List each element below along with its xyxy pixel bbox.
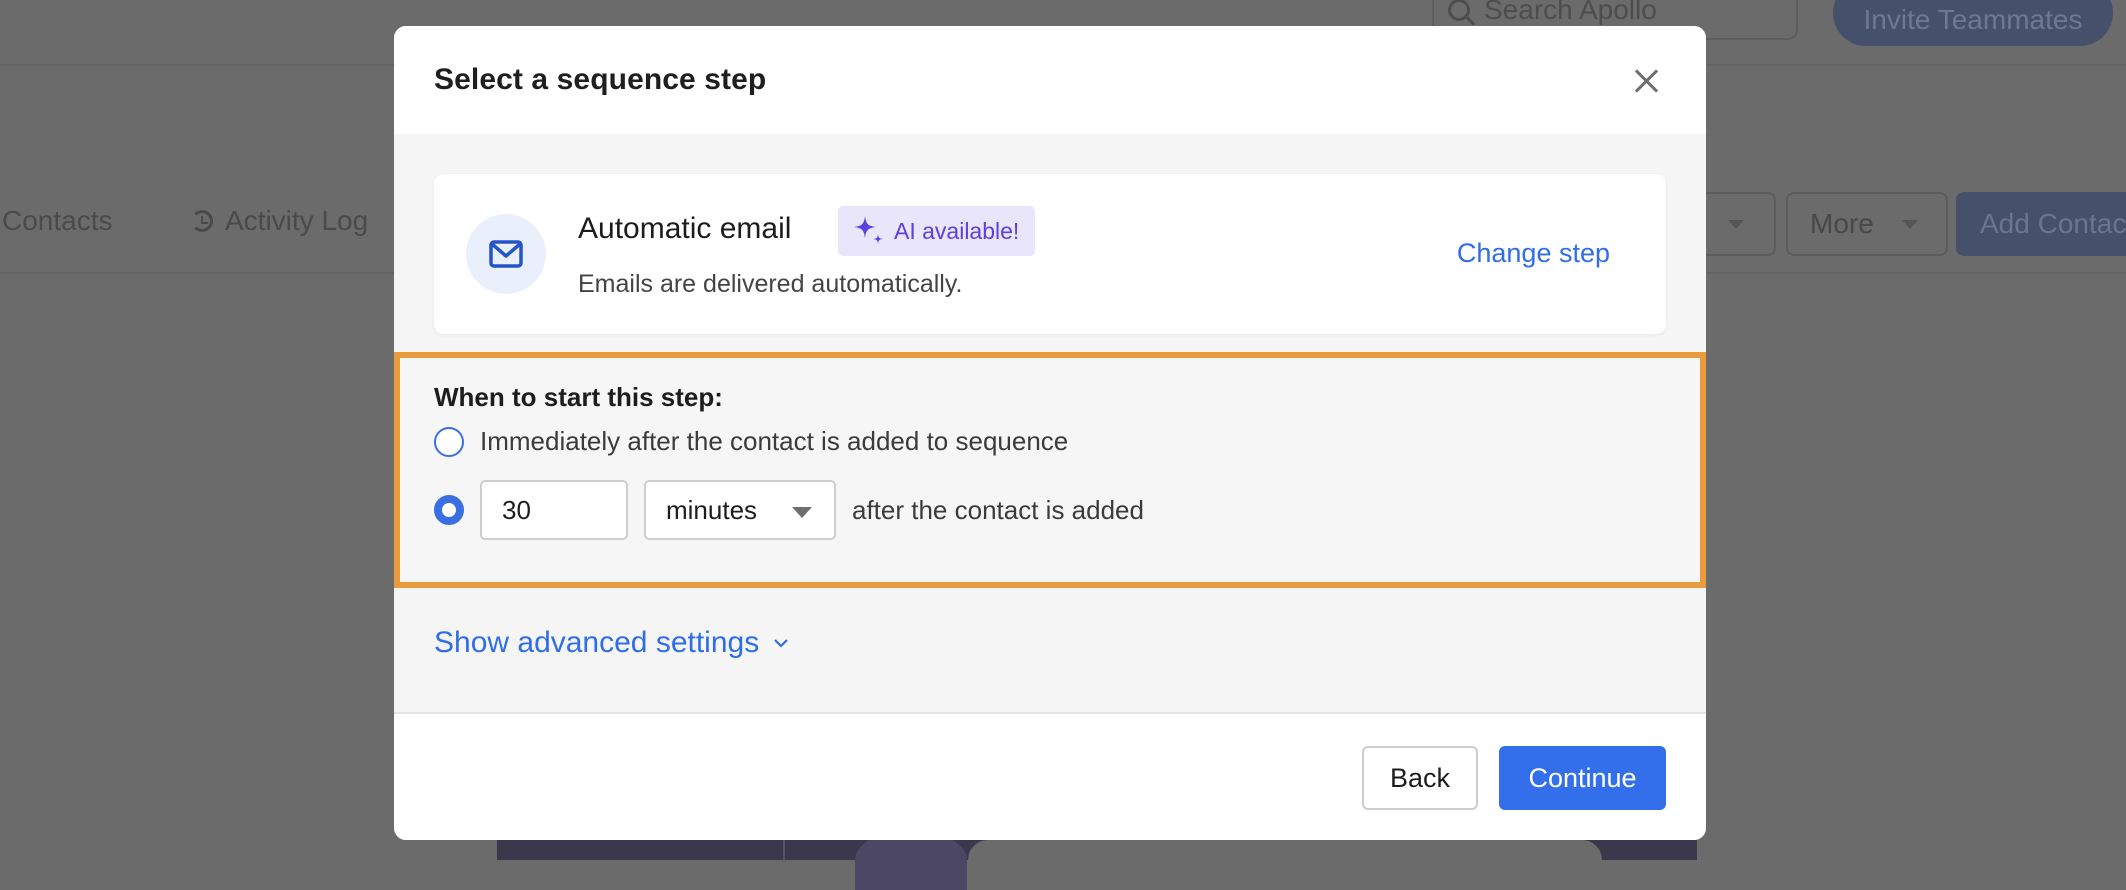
caret-down-icon xyxy=(1901,219,1918,229)
history-icon xyxy=(191,210,213,232)
continue-button[interactable]: Continue xyxy=(1499,746,1666,810)
search-icon xyxy=(1448,0,1470,21)
advanced-settings-label: Show advanced settings xyxy=(434,626,760,659)
back-button[interactable]: Back xyxy=(1362,746,1478,810)
step-timing-section: When to start this step: Immediately aft… xyxy=(394,352,1706,588)
select-step-modal: Select a sequence step Automatic email A… xyxy=(394,26,1706,840)
tab-label: Activity Log xyxy=(225,205,369,236)
chevron-down-icon xyxy=(774,639,788,648)
modal-header: Select a sequence step xyxy=(394,26,1706,134)
delay-amount-input[interactable] xyxy=(480,480,628,540)
more-button[interactable]: More xyxy=(1786,192,1948,256)
invite-teammates-button[interactable]: Invite Teammates xyxy=(1833,0,2113,46)
radio-immediate[interactable] xyxy=(434,426,464,457)
show-advanced-settings-link[interactable]: Show advanced settings xyxy=(434,626,789,660)
more-label: More xyxy=(1810,208,1874,239)
modal-title: Select a sequence step xyxy=(434,63,767,96)
ai-badge-label: AI available! xyxy=(894,217,1020,244)
mail-icon-container xyxy=(466,214,546,294)
timing-option-delay[interactable]: minutes after the contact is added xyxy=(434,480,1144,540)
selected-step-card: Automatic email AI available! Emails are… xyxy=(434,174,1666,334)
tab-label: Contacts xyxy=(2,205,113,236)
background-card xyxy=(968,840,1602,860)
timing-option-immediate[interactable]: Immediately after the contact is added t… xyxy=(434,426,1068,457)
sparkle-icon xyxy=(854,216,883,244)
caret-down-icon xyxy=(792,507,812,518)
tab-contacts[interactable]: Contacts xyxy=(2,205,113,237)
change-step-link[interactable]: Change step xyxy=(1457,238,1610,269)
background-divider xyxy=(783,840,785,860)
caret-down-icon xyxy=(1728,219,1744,229)
ai-available-badge: AI available! xyxy=(838,206,1036,256)
timing-label: When to start this step: xyxy=(434,382,723,412)
radio-immediate-label: Immediately after the contact is added t… xyxy=(480,426,1069,456)
step-name: Automatic email xyxy=(578,212,792,245)
close-icon[interactable] xyxy=(1626,60,1666,100)
delay-unit-value: minutes xyxy=(666,494,758,525)
radio-delay[interactable] xyxy=(434,495,464,525)
search-placeholder: Search Apollo xyxy=(1484,0,1657,25)
delay-suffix-label: after the contact is added xyxy=(852,494,1144,525)
modal-footer: Back Continue xyxy=(394,712,1706,840)
tab-activity-log[interactable]: Activity Log xyxy=(191,205,368,237)
step-description: Emails are delivered automatically. xyxy=(578,270,963,298)
add-contacts-button[interactable]: Add Contac xyxy=(1956,192,2126,256)
delay-unit-select[interactable]: minutes xyxy=(644,480,836,540)
mail-icon xyxy=(489,240,523,268)
